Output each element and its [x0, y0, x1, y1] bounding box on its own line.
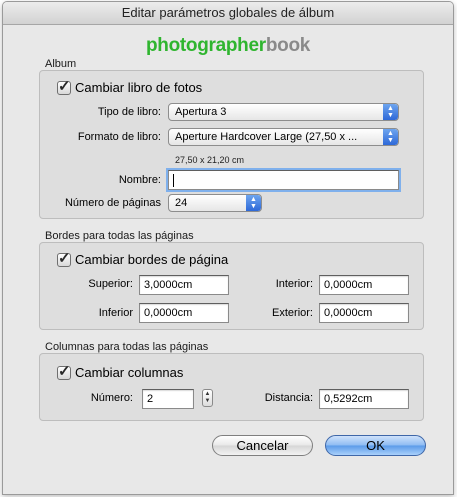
book-format-value: Aperture Hardcover Large (27,50 x ... [175, 131, 358, 143]
columns-number-label: Número: [90, 392, 133, 404]
change-columns-checkbox-row[interactable]: ✓ Cambiar columnas [57, 363, 184, 380]
dialog-window: Editar parámetros globales de álbum phot… [2, 1, 454, 495]
logo-part-photographer: photographer [145, 35, 266, 56]
columns-number-input[interactable]: 2 [142, 389, 194, 409]
change-book-label: Cambiar libro de fotos [75, 80, 203, 95]
distance-label: Distancia: [264, 392, 313, 404]
ok-button[interactable]: OK [325, 435, 426, 456]
change-borders-checkbox-row[interactable]: ✓ Cambiar bordes de página [57, 250, 229, 267]
book-format-popup[interactable]: Aperture Hardcover Large (27,50 x ... ▲ ▼ [168, 128, 399, 146]
updown-arrows-icon: ▲ ▼ [383, 129, 398, 145]
columns-number-value: 2 [147, 393, 154, 405]
top-margin-input[interactable]: 3,0000cm [139, 275, 229, 295]
bottom-margin-label: Inferior [98, 307, 133, 319]
window-title: Editar parámetros globales de álbum [3, 2, 453, 25]
outer-margin-label: Exterior: [272, 307, 313, 319]
columns-section-label: Columnas para todas las páginas [45, 341, 209, 353]
stepper-arrows-icon: ▲ ▼ [204, 391, 211, 404]
name-label: Nombre: [118, 174, 161, 186]
book-type-value: Apertura 3 [175, 106, 227, 118]
book-dimensions-text: 27,50 x 21,20 cm [175, 155, 245, 165]
outer-margin-input[interactable]: 0,0000cm [319, 303, 409, 323]
change-book-checkbox[interactable]: ✓ [57, 78, 71, 95]
inner-margin-label: Interior: [275, 278, 313, 290]
page-count-label: Número de páginas [64, 197, 161, 209]
checkmark-icon: ✓ [58, 77, 71, 95]
columns-number-stepper[interactable]: ▲ ▼ [202, 389, 213, 407]
borders-section-label: Bordes para todas las páginas [45, 230, 194, 242]
top-margin-label: Superior: [88, 278, 133, 290]
change-borders-label: Cambiar bordes de página [75, 252, 229, 267]
outer-margin-value: 0,0000cm [324, 307, 373, 319]
change-columns-label: Cambiar columnas [75, 365, 184, 380]
page-count-popup[interactable]: 24 ▲ ▼ [168, 194, 262, 212]
distance-value: 0,5292cm [324, 393, 373, 405]
photographerbook-logo: photographerbook [3, 35, 453, 57]
change-book-checkbox-row[interactable]: ✓ Cambiar libro de fotos [57, 78, 203, 95]
updown-arrows-icon: ▲ ▼ [383, 104, 398, 120]
album-section-label: Album [45, 58, 77, 70]
bottom-margin-value: 0,0000cm [144, 307, 193, 319]
distance-input[interactable]: 0,5292cm [319, 389, 409, 409]
book-type-label: Tipo de libro: [97, 106, 161, 118]
logo-part-book: book [265, 35, 311, 56]
inner-margin-input[interactable]: 0,0000cm [319, 275, 409, 295]
change-columns-checkbox[interactable]: ✓ [57, 363, 71, 380]
page-count-value: 24 [175, 197, 188, 209]
top-margin-value: 3,0000cm [144, 279, 193, 291]
name-input[interactable] [168, 170, 399, 190]
book-type-popup[interactable]: Apertura 3 ▲ ▼ [168, 103, 399, 121]
bottom-margin-input[interactable]: 0,0000cm [139, 303, 229, 323]
inner-margin-value: 0,0000cm [324, 279, 373, 291]
updown-arrows-icon: ▲ ▼ [246, 195, 261, 211]
book-format-label: Formato de libro: [77, 131, 161, 143]
cancel-button[interactable]: Cancelar [212, 435, 313, 456]
text-caret [173, 173, 174, 187]
checkmark-icon: ✓ [58, 249, 71, 267]
change-borders-checkbox[interactable]: ✓ [57, 250, 71, 267]
columns-group [39, 353, 424, 421]
checkmark-icon: ✓ [58, 362, 71, 380]
